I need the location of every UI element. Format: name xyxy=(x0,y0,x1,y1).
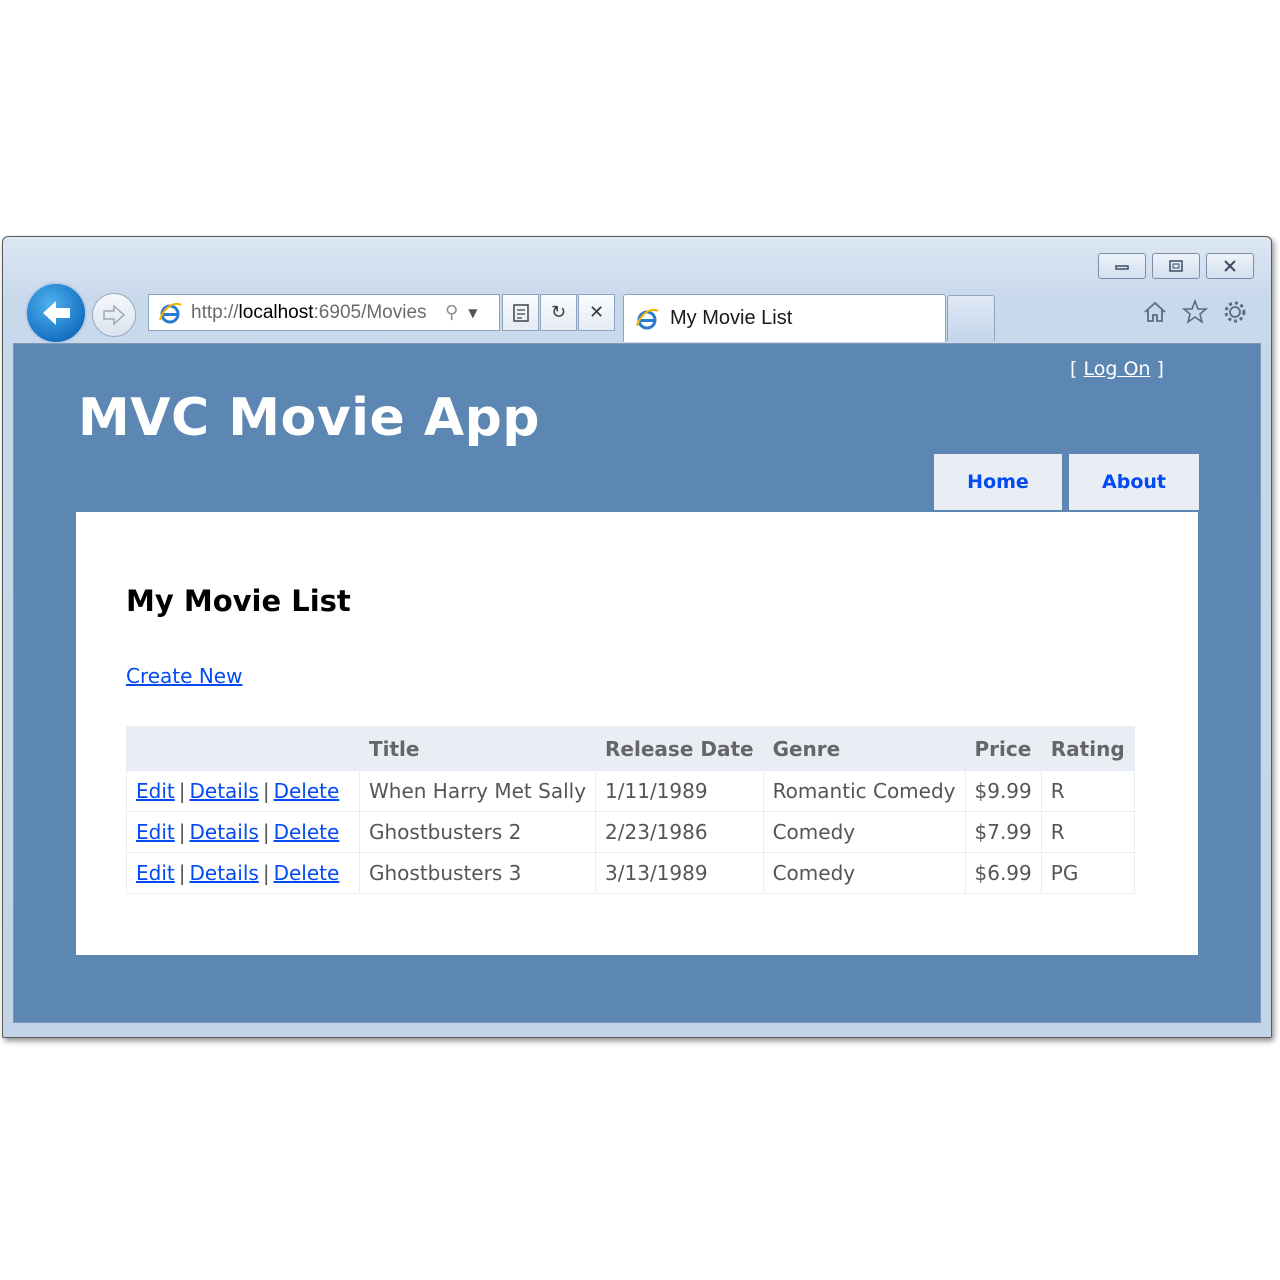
cell-release-date: 2/23/1986 xyxy=(595,811,764,853)
column-header-actions xyxy=(126,726,360,771)
compatibility-view-button[interactable] xyxy=(502,294,539,331)
cell-title: When Harry Met Sally xyxy=(358,770,597,812)
cell-genre: Romantic Comedy xyxy=(762,770,966,812)
column-header-title: Title xyxy=(358,726,597,771)
column-header-price: Price xyxy=(964,726,1042,771)
table-header-row: Title Release Date Genre Price Rating xyxy=(126,726,1135,771)
home-icon xyxy=(1144,301,1166,322)
create-new-link[interactable]: Create New xyxy=(126,664,242,688)
ie-logo-icon xyxy=(636,308,659,329)
tab-my-movie-list[interactable]: My Movie List xyxy=(623,294,946,342)
minimize-button[interactable] xyxy=(1098,253,1146,279)
forward-button[interactable] xyxy=(92,293,136,337)
separator: | xyxy=(262,779,270,803)
tab-title: My Movie List xyxy=(670,307,793,329)
back-arrow-icon xyxy=(43,301,70,325)
details-link[interactable]: Details xyxy=(189,820,258,844)
stop-icon: ✕ xyxy=(588,302,605,323)
home-button[interactable] xyxy=(1140,297,1170,327)
page-viewport: [ Log On ] MVC Movie App Home About My M… xyxy=(13,343,1261,1023)
separator: | xyxy=(178,779,186,803)
address-url[interactable]: http://localhost:6905/Movies xyxy=(191,302,439,324)
delete-link[interactable]: Delete xyxy=(274,861,340,885)
favorites-star-icon xyxy=(1182,299,1208,324)
row-actions: Edit | Details | Delete xyxy=(126,770,360,812)
edit-link[interactable]: Edit xyxy=(136,820,175,844)
separator: | xyxy=(178,820,186,844)
minimize-icon xyxy=(1115,265,1129,270)
movies-table: Title Release Date Genre Price Rating Ed… xyxy=(126,726,1135,894)
cell-release-date: 3/13/1989 xyxy=(595,852,764,894)
cell-price: $9.99 xyxy=(964,770,1042,812)
address-bar[interactable]: http://localhost:6905/Movies ⚲ ▼ xyxy=(148,294,500,331)
column-header-rating: Rating xyxy=(1040,726,1135,771)
log-on-link[interactable]: Log On xyxy=(1083,358,1150,380)
details-link[interactable]: Details xyxy=(189,861,258,885)
edit-link[interactable]: Edit xyxy=(136,861,175,885)
ie-logo-icon xyxy=(159,302,182,323)
close-icon xyxy=(1224,260,1236,272)
edit-link[interactable]: Edit xyxy=(136,779,175,803)
cell-rating: R xyxy=(1040,770,1135,812)
delete-link[interactable]: Delete xyxy=(274,779,340,803)
new-tab-button[interactable] xyxy=(947,295,995,341)
row-actions: Edit | Details | Delete xyxy=(126,852,360,894)
favorites-button[interactable] xyxy=(1180,297,1210,327)
page-title: My Movie List xyxy=(126,584,351,618)
site-title: MVC Movie App xyxy=(78,388,541,448)
search-icon[interactable]: ⚲ xyxy=(445,302,458,323)
table-row: Edit | Details | Delete Ghostbusters 3 3/13/… xyxy=(126,852,1135,894)
logon-bracket-open: [ xyxy=(1070,358,1078,380)
browser-window: http://localhost:6905/Movies ⚲ ▼ ↻ ✕ My … xyxy=(2,236,1272,1038)
separator: | xyxy=(178,861,186,885)
details-link[interactable]: Details xyxy=(189,779,258,803)
separator: | xyxy=(262,820,270,844)
row-actions: Edit | Details | Delete xyxy=(126,811,360,853)
cell-title: Ghostbusters 2 xyxy=(358,811,597,853)
stop-button[interactable]: ✕ xyxy=(578,294,615,331)
menu-tab-home[interactable]: Home xyxy=(934,454,1062,510)
table-row: Edit | Details | Delete Ghostbusters 2 2/23/… xyxy=(126,811,1135,853)
table-row: Edit | Details | Delete When Harry Met Sally… xyxy=(126,770,1135,812)
cell-genre: Comedy xyxy=(762,811,966,853)
refresh-icon: ↻ xyxy=(550,302,567,323)
settings-button[interactable] xyxy=(1220,297,1250,327)
refresh-button[interactable]: ↻ xyxy=(540,294,577,331)
compatibility-icon xyxy=(512,303,529,322)
column-header-genre: Genre xyxy=(762,726,966,771)
logon-bracket-close: ] xyxy=(1156,358,1164,380)
column-header-release-date: Release Date xyxy=(595,726,764,771)
dropdown-icon[interactable]: ▼ xyxy=(468,306,477,320)
cell-rating: R xyxy=(1040,811,1135,853)
close-window-button[interactable] xyxy=(1206,253,1254,279)
restore-icon xyxy=(1169,260,1183,272)
cell-price: $6.99 xyxy=(964,852,1042,894)
cell-release-date: 1/11/1989 xyxy=(595,770,764,812)
cell-price: $7.99 xyxy=(964,811,1042,853)
cell-genre: Comedy xyxy=(762,852,966,894)
settings-gear-icon xyxy=(1224,301,1246,323)
main-content: My Movie List Create New Title Release D… xyxy=(76,512,1198,955)
cell-title: Ghostbusters 3 xyxy=(358,852,597,894)
logon-area: [ Log On ] xyxy=(1070,358,1164,380)
delete-link[interactable]: Delete xyxy=(274,820,340,844)
separator: | xyxy=(262,861,270,885)
cell-rating: PG xyxy=(1040,852,1135,894)
forward-arrow-icon xyxy=(103,304,126,326)
back-button[interactable] xyxy=(25,282,87,344)
menu-tab-about[interactable]: About xyxy=(1069,454,1199,510)
maximize-button[interactable] xyxy=(1152,253,1200,279)
